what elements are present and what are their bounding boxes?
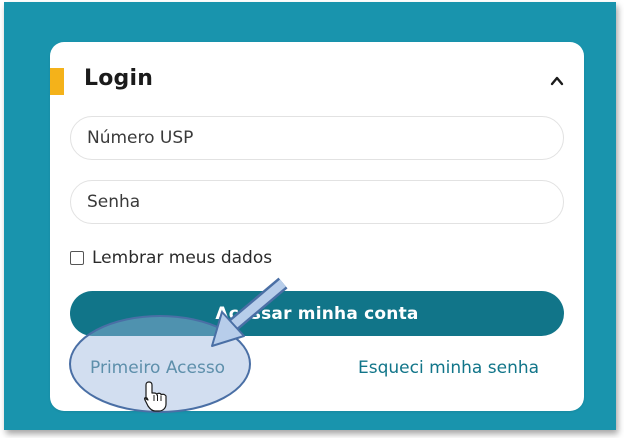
forgot-password-link[interactable]: Esqueci minha senha xyxy=(358,358,539,378)
access-account-button[interactable]: Acessar minha conta xyxy=(70,291,564,336)
first-access-link[interactable]: Primeiro Acesso xyxy=(90,358,225,378)
chevron-up-icon[interactable] xyxy=(550,74,564,88)
screenshot-frame: Login Lembrar meus dados Acessar minha c… xyxy=(0,0,624,438)
login-title: Login xyxy=(84,66,154,91)
password-input[interactable] xyxy=(70,180,564,224)
remember-me[interactable]: Lembrar meus dados xyxy=(70,246,272,270)
login-card: Login Lembrar meus dados Acessar minha c… xyxy=(50,42,584,411)
remember-label: Lembrar meus dados xyxy=(92,248,273,268)
username-input[interactable] xyxy=(70,116,564,160)
title-accent-bar xyxy=(50,68,64,95)
remember-checkbox[interactable] xyxy=(70,251,84,265)
